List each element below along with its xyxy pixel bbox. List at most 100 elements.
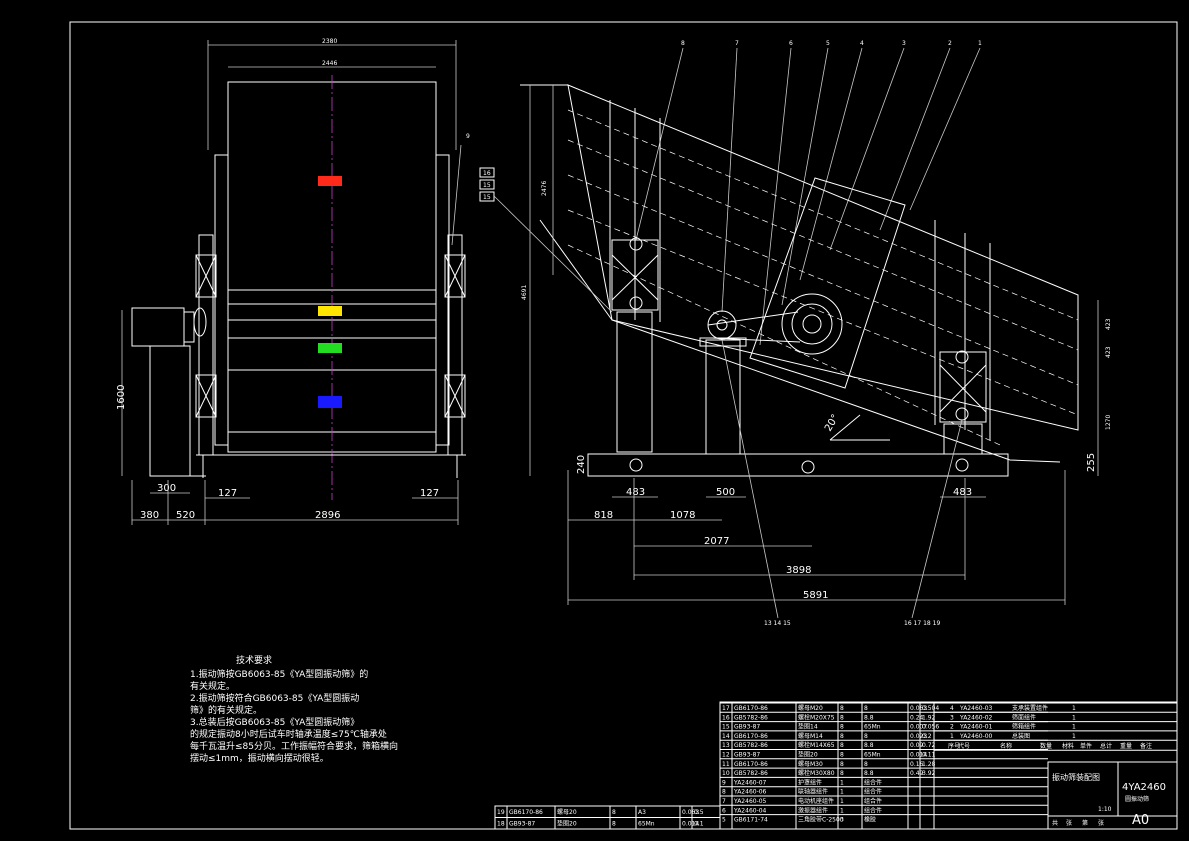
side-balloon-2: 2 [948,40,952,47]
bom-cell: 8.8 [864,714,874,721]
bom-right-cell: 2 [950,724,954,731]
side-balloon-6: 6 [789,40,793,47]
side-balloon-7: 7 [735,40,739,47]
bom-cell: 螺母M30 [798,760,823,768]
bom-cell: 1 [840,779,844,786]
bom-title: 振动筛装配图 [1052,772,1100,782]
tech-item: 3.总装后按GB6063-85《YA型圆振动筛》 [190,716,359,728]
bom-cell: YA2460-07 [733,779,767,786]
bom-header-cell: 代号 [958,742,970,750]
bom-right-cell: 筛面组件 [1012,713,1036,721]
bom-cell: 螺栓M14X65 [798,741,835,749]
tech-item: 有关规定。 [190,680,235,692]
bom-cell: 电动机座组件 [798,797,834,805]
bom-header-cell: 单件 [1080,742,1092,750]
bom-cell: GB5782-86 [734,742,768,749]
bom-cell: 0.056 [922,724,939,731]
side-dim-423b: 423 [1105,346,1112,358]
front-dim-top-inner: 2446 [322,60,337,67]
bom-extra-cell: GB93-87 [509,821,535,828]
bom-cell: 8 [864,733,868,740]
side-balloon-16: 16 [483,170,491,177]
bom-cell: GB6170-86 [734,733,768,740]
bom-extra-cell: 0.1 [694,821,704,828]
bom-extra-cell: 0.5 [694,809,704,816]
side-dim-4691: 4691 [521,285,528,300]
bom-cell: 10 [722,770,730,777]
bom-cell: 8.8 [864,742,874,749]
bom-header-cell: 名称 [1000,742,1012,750]
bom-extra-cell: 8 [612,809,616,816]
bom-cell: 8 [840,705,844,712]
bom-cell: 6 [722,807,726,814]
bom-extra-cell: 8 [612,821,616,828]
bom-cell: 8 [840,770,844,777]
side-dim-2476: 2476 [541,181,548,196]
bom-cell: 螺母M20 [798,704,823,712]
bom-cell: 激振器组件 [798,806,828,814]
bom-right-cell: 1 [1072,733,1076,740]
mark-red [318,176,342,186]
side-balloon-8: 8 [681,40,685,47]
bom-cell: 组合件 [864,806,882,814]
mark-yellow [318,306,342,316]
bom-right-cell: YA2460-01 [959,724,993,731]
bom-cell: 7 [722,798,726,805]
bom-right-cell: 1 [1072,714,1076,721]
bom-right-cell: YA2460-03 [959,705,993,712]
front-dim-bottom-total: 2896 [315,510,340,521]
front-balloon-9: 9 [466,133,470,140]
bom-cell: 8 [864,761,868,768]
bom-cell: 8 [864,705,868,712]
bom-right-cell: YA2460-02 [959,714,993,721]
bom-cell: 8 [840,733,844,740]
side-dim-240: 240 [576,455,587,474]
bom-header-cell: 数量 [1040,742,1052,750]
side-dim-818: 818 [594,510,613,521]
bom-footer-1: 共 [1052,819,1058,827]
bom-cell: 组合件 [864,788,882,796]
side-dim-foot-r: 483 [953,487,972,498]
bom-cell: 11 [722,761,730,768]
bom-cell: 1 [840,807,844,814]
bom-cell: 5 [722,817,726,824]
side-view: 87654321 20° 16 15 15 2476 4691 240 423 … [479,40,1112,627]
side-balloon-5: 5 [826,40,830,47]
bom-cell: 16 [722,714,730,721]
bom-cell: 1 [840,789,844,796]
bom-cell: 15 [722,724,730,731]
bom-right-cell: 3 [950,714,954,721]
bom-cell: 14 [722,733,730,740]
bom-extra-cell: 19 [497,809,505,816]
tech-item: 2.振动筛按符合GB6063-85《YA型圆振动 [190,692,359,704]
bom-cell: 12 [722,752,730,759]
bom-extra-cell: A3 [638,809,646,816]
bom-cell: 13 [722,742,730,749]
side-balloon-3: 3 [902,40,906,47]
cad-drawing-canvas: 2380 2446 9 1600 300 127 127 380 520 289… [69,21,1178,830]
bom-cell: GB93-87 [734,724,760,731]
bom-cell: GB5782-86 [734,714,768,721]
bom-cell: GB6170-86 [734,705,768,712]
tech-item: 每千瓦温升≤85分贝。工作振幅符合要求，筛箱横向 [190,740,398,752]
side-balloon-4: 4 [860,40,864,47]
side-dim-2077: 2077 [704,536,729,547]
bom-cell: 3 [840,817,844,824]
bom-extra-cell: GB6170-86 [509,809,543,816]
front-dim-height: 1600 [116,385,127,410]
bom-cell: 17 [722,705,730,712]
bom-cell: 8.8 [864,770,874,777]
tech-item: 筛》的有关规定。 [190,704,262,716]
side-dim-foot-m: 500 [716,487,735,498]
bom-cell: 8 [840,761,844,768]
bom-cell: GB93-87 [734,752,760,759]
tech-item: 的规定振动8小时后试车时轴承温度≤75℃轴承处 [190,728,387,740]
bom-cell: 组合件 [864,778,882,786]
bom-cell: 组合件 [864,797,882,805]
bom-cell: YA2460-04 [733,807,767,814]
side-dim-1270: 1270 [1105,415,1112,430]
tech-requirements: 技术要求 1.振动筛按GB6063-85《YA型圆振动筛》的 有关规定。2.振动… [190,654,398,764]
side-label-16-19: 16 17 18 19 [904,620,940,627]
bom-size: A0 [1132,813,1149,828]
front-dim-right-127: 127 [420,488,439,499]
